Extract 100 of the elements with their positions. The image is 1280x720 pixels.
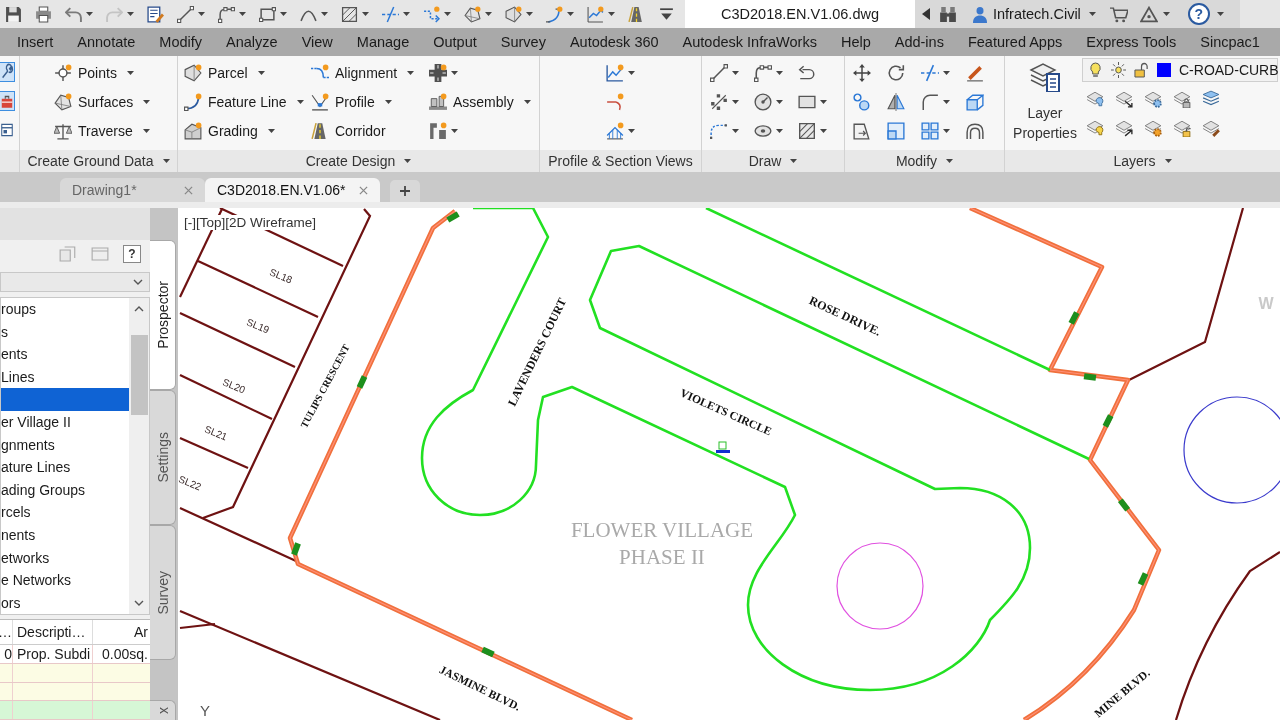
caret-icon[interactable] [485,12,492,16]
tree-item[interactable]: s [1,320,129,344]
chevron-up-icon[interactable] [134,306,144,312]
caret-icon[interactable] [776,128,783,133]
ribbon-tab[interactable]: Help [828,29,883,55]
caret-icon[interactable] [198,12,205,16]
dashed-line-icon[interactable] [921,63,939,82]
scrollbar[interactable] [129,298,149,615]
user-name[interactable]: Infratech.Civil [993,6,1081,22]
polyline-icon[interactable] [754,63,772,82]
caret-icon[interactable] [280,12,287,16]
caret-icon[interactable] [127,12,134,16]
caret-left-icon[interactable] [922,8,930,20]
panel-title[interactable]: Layers [1110,151,1175,171]
caret-icon[interactable] [444,12,451,16]
caret-icon[interactable] [732,70,739,75]
ribbon-tab[interactable]: Sincpac1 [1188,29,1272,55]
rectangle-icon[interactable] [259,5,276,23]
caret-icon[interactable] [820,128,827,133]
close-icon[interactable] [359,185,368,195]
wrench-icon[interactable] [0,63,14,81]
circle-icon[interactable] [754,92,772,111]
lightbulb-icon[interactable] [1088,62,1103,78]
cart-icon[interactable] [1109,5,1128,23]
ribbon-tab[interactable]: Annotate [65,29,148,55]
hatch-icon[interactable] [798,121,816,140]
ribbon-tab[interactable]: View [289,29,345,55]
caret-icon[interactable] [732,99,739,104]
panel-title[interactable]: Create Ground Data [24,151,173,171]
tree-item[interactable]: ors [1,591,129,615]
ribbon-tab[interactable]: Modify [147,29,215,55]
new-tab-button[interactable] [390,180,420,202]
road-cross-icon[interactable] [429,63,447,82]
side-tab[interactable]: Prospector [150,240,176,390]
brush-icon[interactable] [966,63,984,82]
line-chart-icon[interactable] [587,5,604,23]
column-header[interactable]: Descripti… [13,620,93,645]
ribbon-button[interactable]: Traverse [54,118,150,143]
polygon-icon[interactable] [505,5,522,23]
ribbon-tab[interactable]: Autodesk 360 [557,29,671,55]
caret-icon[interactable] [776,99,783,104]
window-icon[interactable] [0,121,14,139]
hook-line-icon[interactable] [606,92,624,111]
layer-arrow-icon[interactable] [1115,118,1133,137]
help-button[interactable]: ? [1187,3,1210,25]
customize-menu-icon[interactable] [658,5,675,23]
caret-icon[interactable] [943,70,950,75]
caret-icon[interactable] [451,70,458,75]
layer-brush-icon[interactable] [1202,118,1220,137]
save-icon[interactable] [5,5,22,23]
caret-icon[interactable] [943,128,950,133]
tree-item[interactable]: rcels [1,501,129,524]
tree-item[interactable]: ature Lines [1,456,129,479]
ribbon-tab[interactable]: Add-ins [882,29,956,55]
caret-icon[interactable] [1162,12,1170,16]
padlock-icon[interactable] [1134,62,1149,78]
caret-icon[interactable] [362,12,369,16]
tree-item[interactable]: etworks [1,546,129,570]
line-chart-icon[interactable] [606,63,624,82]
road-icon[interactable] [628,5,645,23]
user-icon[interactable] [972,5,988,23]
layer-padlock-icon[interactable] [1173,89,1191,108]
caret-icon[interactable] [732,128,739,133]
tree-item[interactable]: e Networks [1,569,129,592]
caret-icon[interactable] [1216,12,1224,16]
caret-icon[interactable] [628,70,635,75]
loop-arrow-icon[interactable] [798,63,816,82]
file-tab[interactable]: C3D2018.EN.V1.06* [205,178,380,202]
ribbon-button[interactable]: Alignment [311,60,415,85]
caret-icon[interactable] [1088,12,1096,16]
side-tab[interactable]: x [150,700,176,720]
ribbon-tab[interactable]: Insert [5,29,66,55]
ribbon-button[interactable]: Points [54,60,134,85]
rounded-corner-icon[interactable] [921,92,939,111]
boxes-icon[interactable] [966,92,984,111]
tree-item[interactable]: ents [1,343,129,366]
section-chart-icon[interactable] [606,121,624,140]
print-icon[interactable] [35,5,52,23]
ribbon-button[interactable]: Grading [184,118,275,143]
caret-icon[interactable] [943,99,950,104]
dashed-connector-icon[interactable] [423,5,440,23]
ribbon-button[interactable]: Parcel [184,60,265,85]
caret-icon[interactable] [628,128,635,133]
polyline-icon[interactable] [218,5,235,23]
file-tab[interactable]: Drawing1* [60,178,205,202]
stretch-shape-icon[interactable] [853,121,871,140]
triangle-logo-icon[interactable] [1139,5,1158,23]
caret-icon[interactable] [820,99,827,104]
caret-icon[interactable] [776,70,783,75]
column-header[interactable]: … [0,620,13,645]
caret-icon[interactable] [608,12,615,16]
layers-icon[interactable] [1202,89,1220,108]
side-tab[interactable]: Settings [150,390,176,525]
ribbon-tab[interactable]: Autodesk InfraWorks [670,29,829,55]
panel-title[interactable]: Draw [745,151,801,171]
layer-gear-icon[interactable] [1144,118,1162,137]
dashed-line-icon[interactable] [382,5,399,23]
undo-icon[interactable] [65,5,82,23]
dropdown-field[interactable] [0,272,150,292]
tree-item[interactable]: gnments [1,433,129,457]
